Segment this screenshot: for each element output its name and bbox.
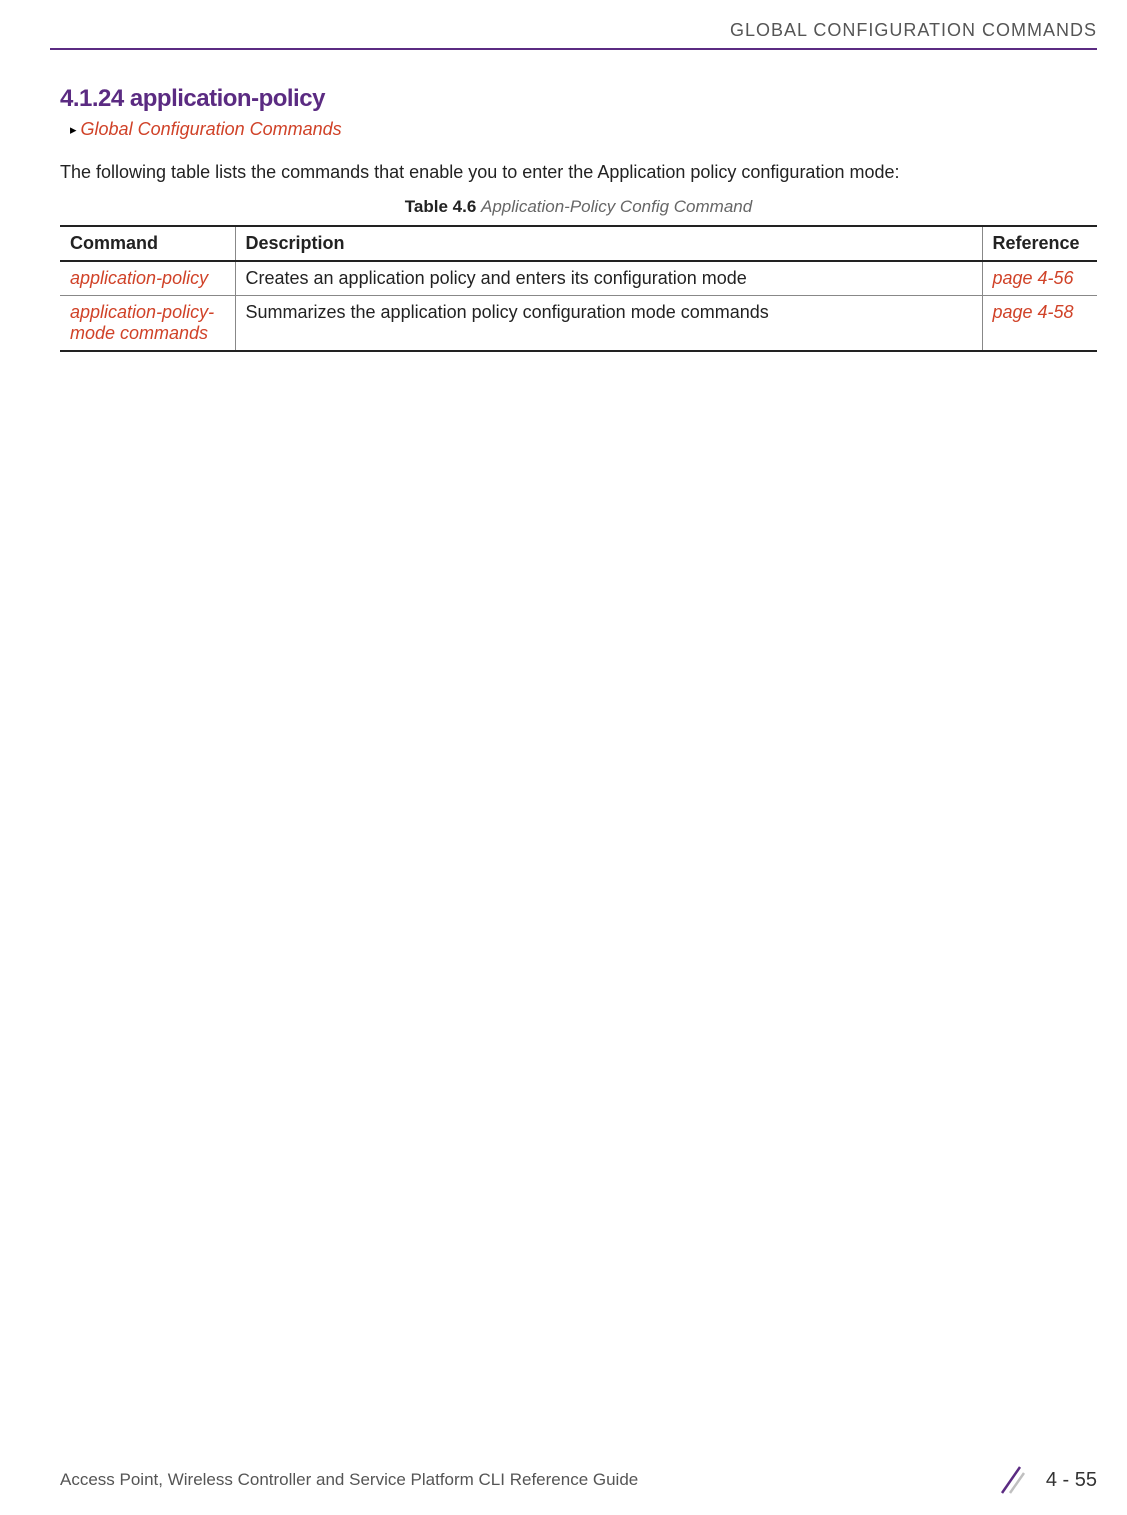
breadcrumb-arrow-icon: ▸ — [70, 122, 77, 138]
table-cell-description: Creates an application policy and enters… — [235, 261, 982, 296]
breadcrumb: ▸ Global Configuration Commands — [70, 119, 1097, 140]
reference-link[interactable]: page 4-56 — [993, 268, 1074, 288]
table-header-row: Command Description Reference — [60, 226, 1097, 261]
table-header-command: Command — [60, 226, 235, 261]
footer-guide-title: Access Point, Wireless Controller and Se… — [60, 1470, 638, 1490]
header-rule — [50, 48, 1097, 50]
table-cell-description: Summarizes the application policy config… — [235, 296, 982, 352]
table-caption-title: Application-Policy Config Command — [481, 197, 752, 216]
footer-right: 4 - 55 — [996, 1465, 1097, 1495]
page-number: 4 - 55 — [1046, 1469, 1097, 1492]
reference-link[interactable]: page 4-58 — [993, 302, 1074, 322]
table-header-description: Description — [235, 226, 982, 261]
command-link[interactable]: application-policy — [70, 268, 208, 288]
table-header-reference: Reference — [982, 226, 1097, 261]
footer-slash-icon — [996, 1465, 1026, 1495]
breadcrumb-link[interactable]: Global Configuration Commands — [81, 119, 342, 140]
table-row: application-policy Creates an applicatio… — [60, 261, 1097, 296]
running-header: GLOBAL CONFIGURATION COMMANDS — [730, 20, 1097, 41]
main-content: 4.1.24 application-policy ▸ Global Confi… — [60, 85, 1097, 352]
intro-paragraph: The following table lists the commands t… — [60, 160, 1097, 185]
table-row: application-policy- mode commands Summar… — [60, 296, 1097, 352]
command-link[interactable]: application-policy- mode commands — [70, 302, 214, 343]
table-caption: Table 4.6 Application-Policy Config Comm… — [60, 197, 1097, 217]
command-table: Command Description Reference applicatio… — [60, 225, 1097, 352]
table-caption-label: Table 4.6 — [405, 197, 477, 216]
section-heading: 4.1.24 application-policy — [60, 85, 1097, 113]
page-footer: Access Point, Wireless Controller and Se… — [60, 1465, 1097, 1495]
